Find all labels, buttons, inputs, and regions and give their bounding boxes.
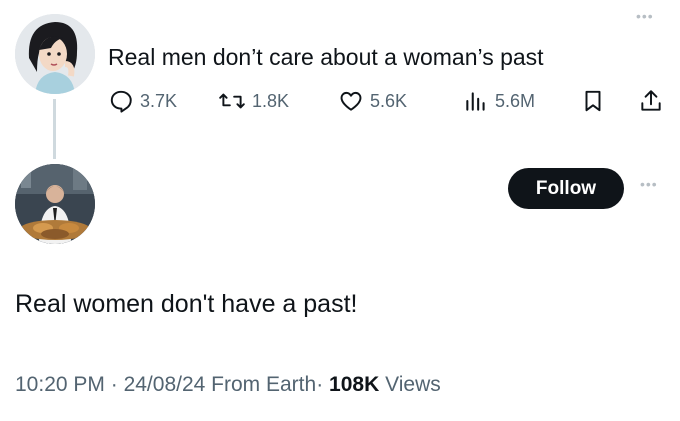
tweet1-text: Real men don’t care about a woman’s past [108,44,544,70]
bookmark-icon [585,90,601,112]
views-button[interactable]: 5.6M [463,88,535,114]
reply-button[interactable]: 3.7K [108,88,177,114]
like-button[interactable]: 5.6K [338,88,407,114]
more-options-icon[interactable]: ••• [636,8,654,24]
avatar-tweet2[interactable] [15,164,95,244]
tweet1-action-bar: 3.7K 1.8K 5.6K 5.6M [108,88,668,118]
views-label: Views [385,373,441,396]
tweet-date[interactable]: 24/08/24 [124,373,206,396]
heart-icon [340,91,362,111]
retweet-count: 1.8K [252,90,290,111]
views-count: 5.6M [495,90,536,111]
reply-icon [110,90,132,113]
bookmark-button[interactable] [580,88,606,114]
cartoon-girl-avatar-icon [15,14,95,94]
retweet-button[interactable]: 1.8K [218,88,289,114]
tweet-time[interactable]: 10:20 PM [15,373,105,396]
tweet2-text: Real women don't have a past! [15,290,358,318]
like-count: 5.6K [370,90,408,111]
separator-dot: · [316,373,324,396]
thread-connector-line [53,99,56,159]
follow-button[interactable]: Follow [508,168,624,209]
tweet-metadata: 10:20 PM · 24/08/24 From Earth· 108K Vie… [15,373,441,397]
separator-dot: · [110,373,118,396]
analytics-bars-icon [466,92,485,111]
reply-count: 3.7K [140,90,178,111]
man-with-food-avatar-icon [15,164,95,244]
retweet-icon [219,93,245,109]
views-total: 108K [329,373,380,396]
share-icon [641,90,661,111]
tweet-source: From Earth [211,373,317,396]
share-button[interactable] [638,88,664,114]
avatar-tweet1[interactable] [15,14,95,94]
more-options-icon[interactable]: ••• [640,176,658,192]
